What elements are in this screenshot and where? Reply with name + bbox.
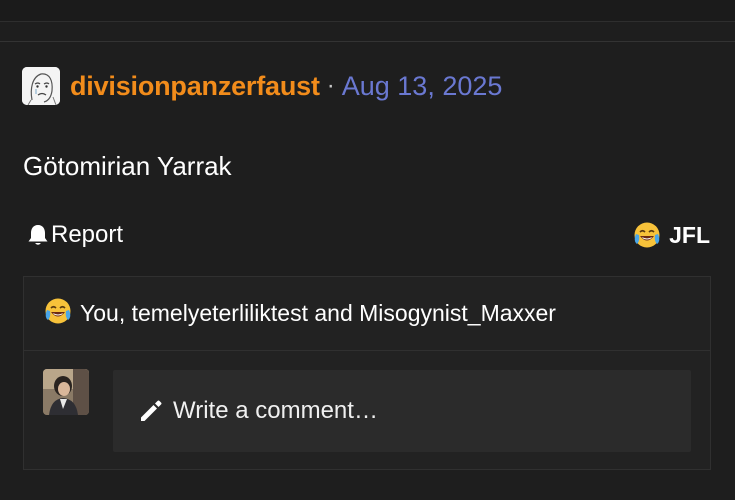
reactions-summary-text: You, temelyeterliliktest and Misogynist_… — [80, 300, 556, 326]
header-separator: · — [326, 72, 335, 99]
report-button[interactable]: Report — [27, 218, 123, 252]
post-header: divisionpanzerfaust · Aug 13, 2025 — [22, 66, 502, 106]
comment-placeholder: Write a comment… — [173, 397, 378, 424]
author-name[interactable]: divisionpanzerfaust — [70, 71, 320, 102]
report-label: Report — [51, 221, 124, 248]
post-body: Götomirian Yarrak — [23, 151, 232, 181]
sad-face-avatar-icon — [22, 67, 60, 105]
previous-post-strip — [0, 0, 735, 22]
author-avatar[interactable] — [22, 67, 60, 105]
reactions-summary[interactable]: You, temelyeterliliktest and Misogynist_… — [24, 277, 710, 351]
post-divider — [0, 41, 735, 42]
comment-input[interactable]: Write a comment… — [113, 370, 691, 452]
crying-laughing-emoji-icon — [634, 222, 660, 248]
post-page: divisionpanzerfaust · Aug 13, 2025 Götom… — [0, 0, 735, 500]
crying-laughing-emoji-icon — [44, 297, 72, 330]
user-photo-avatar-icon — [43, 369, 89, 415]
commenter-avatar[interactable] — [43, 369, 89, 415]
bell-icon — [28, 225, 48, 245]
post-actions: Report JFL — [22, 218, 712, 252]
reactions-panel: You, temelyeterliliktest and Misogynist_… — [23, 276, 711, 470]
post-date[interactable]: Aug 13, 2025 — [342, 71, 503, 102]
reaction-button[interactable]: JFL — [633, 218, 710, 252]
pencil-icon — [141, 400, 162, 421]
reaction-label: JFL — [669, 221, 710, 248]
